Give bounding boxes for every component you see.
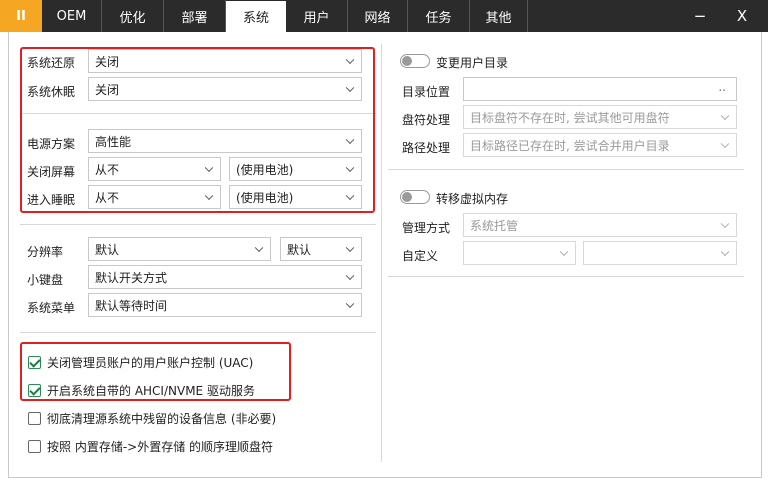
drive-handling-select[interactable]: 目标盘符不存在时, 尝试其他可用盘符 [463, 105, 737, 129]
chevron-down-icon [345, 243, 355, 253]
custom-select-2[interactable] [583, 241, 737, 265]
minimize-button[interactable]: − [680, 0, 720, 32]
toggle-knob [402, 192, 412, 202]
manage-mode-value: 系统托管 [470, 218, 519, 233]
divider [388, 169, 744, 170]
move-vm-label: 转移虚拟内存 [436, 192, 509, 206]
chevron-down-icon [345, 271, 355, 281]
resolution-label: 分辨率 [27, 245, 64, 259]
change-user-dir-toggle[interactable] [400, 54, 430, 68]
chevron-down-icon [720, 111, 730, 121]
path-handling-label: 路径处理 [402, 141, 451, 155]
toggle-knob [402, 56, 412, 66]
resolution-select[interactable]: 默认 [88, 237, 271, 261]
system-menu-label: 系统菜单 [27, 301, 76, 315]
manage-mode-label: 管理方式 [402, 221, 451, 235]
resolution-extra-value: 默认 [287, 242, 312, 257]
divider [388, 276, 744, 277]
drive-order-checkbox-row[interactable]: 按照 内置存储->外置存储 的顺序理顺盘符 [28, 438, 273, 455]
tab-system[interactable]: 系统 [226, 0, 286, 32]
divider [20, 224, 376, 225]
keypad-label: 小键盘 [27, 273, 64, 287]
path-handling-value: 目标路径已存在时, 尝试合并用户目录 [470, 138, 670, 153]
app-menu-button[interactable]: II [0, 0, 42, 32]
chevron-down-icon [345, 299, 355, 309]
tab-task[interactable]: 任务 [408, 0, 470, 32]
dir-location-label: 目录位置 [402, 85, 451, 99]
resolution-value: 默认 [95, 242, 120, 257]
tab-user[interactable]: 用户 [286, 0, 348, 32]
divider [20, 332, 376, 333]
resolution-extra-select[interactable]: 默认 [280, 237, 362, 261]
keypad-select[interactable]: 默认开关方式 [88, 265, 362, 289]
tab-other[interactable]: 其他 [470, 0, 528, 32]
chevron-down-icon [720, 139, 730, 149]
column-divider [381, 44, 382, 462]
tab-bar: II OEM 优化 部署 系统 用户 网络 任务 其他 − X [0, 0, 768, 32]
path-handling-select[interactable]: 目标路径已存在时, 尝试合并用户目录 [463, 133, 737, 157]
close-button[interactable]: X [722, 0, 762, 32]
custom-label: 自定义 [402, 249, 439, 263]
highlight-box [20, 342, 291, 401]
drive-handling-label: 盘符处理 [402, 113, 451, 127]
drive-handling-value: 目标盘符不存在时, 尝试其他可用盘符 [470, 110, 670, 125]
change-user-dir-label: 变更用户目录 [436, 56, 509, 70]
move-vm-toggle[interactable] [400, 190, 430, 204]
dir-location-input[interactable]: .. [463, 77, 737, 101]
drive-order-checkbox-label: 按照 内置存储->外置存储 的顺序理顺盘符 [47, 440, 274, 454]
tab-deploy[interactable]: 部署 [164, 0, 226, 32]
chevron-down-icon [559, 247, 569, 257]
checkbox-icon[interactable] [28, 412, 41, 425]
system-menu-value: 默认等待时间 [95, 298, 168, 313]
tab-network[interactable]: 网络 [348, 0, 408, 32]
checkbox-icon[interactable] [28, 440, 41, 453]
cleanup-checkbox-row[interactable]: 彻底清理源系统中残留的设备信息 (非必要) [28, 410, 276, 427]
chevron-down-icon [254, 243, 264, 253]
manage-mode-select[interactable]: 系统托管 [463, 213, 737, 237]
browse-button[interactable]: .. [718, 80, 726, 94]
keypad-value: 默认开关方式 [95, 270, 168, 285]
system-menu-select[interactable]: 默认等待时间 [88, 293, 362, 317]
tab-optimize[interactable]: 优化 [102, 0, 164, 32]
tab-oem[interactable]: OEM [42, 0, 102, 32]
highlight-box [20, 47, 375, 213]
chevron-down-icon [720, 219, 730, 229]
custom-select[interactable] [463, 241, 576, 265]
cleanup-checkbox-label: 彻底清理源系统中残留的设备信息 (非必要) [47, 412, 277, 426]
chevron-down-icon [720, 247, 730, 257]
